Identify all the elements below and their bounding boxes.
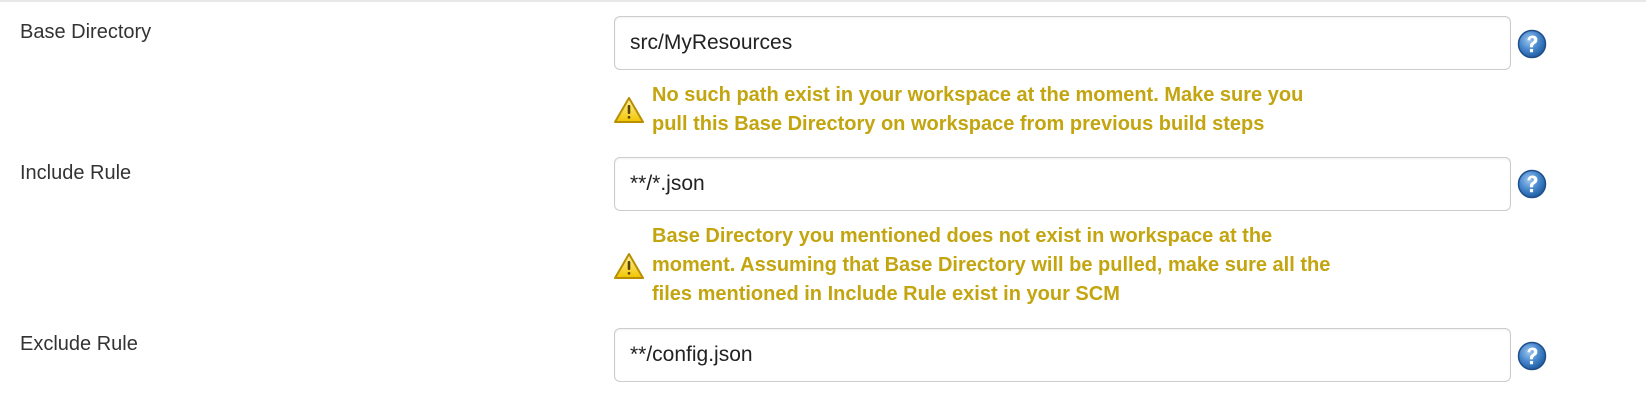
warning-icon: [614, 97, 644, 123]
section-top-divider: [0, 0, 1646, 2]
include-rule-warning-text: Base Directory you mentioned does not ex…: [652, 222, 1330, 309]
include-rule-input[interactable]: [614, 157, 1511, 211]
exclude-rule-input[interactable]: [614, 328, 1511, 382]
include-rule-label: Include Rule: [20, 162, 132, 184]
warning-line: pull this Base Directory on workspace fr…: [652, 113, 1265, 135]
warning-line: moment. Assuming that Base Directory wil…: [652, 254, 1331, 276]
base-directory-warning: No such path exist in your workspace at …: [612, 81, 1303, 139]
warning-icon: [614, 252, 644, 279]
base-directory-warning-text: No such path exist in your workspace at …: [652, 81, 1303, 139]
include-rule-warning: Base Directory you mentioned does not ex…: [612, 222, 1330, 309]
base-directory-label: Base Directory: [20, 21, 152, 43]
warning-line: files mentioned in Include Rule exist in…: [652, 283, 1120, 305]
help-icon[interactable]: [1517, 29, 1547, 59]
exclude-rule-label: Exclude Rule: [20, 333, 138, 355]
help-icon[interactable]: [1517, 341, 1547, 371]
base-directory-input[interactable]: [614, 16, 1511, 70]
warning-line: Base Directory you mentioned does not ex…: [652, 225, 1273, 247]
warning-line: No such path exist in your workspace at …: [652, 84, 1304, 106]
help-icon[interactable]: [1517, 169, 1547, 199]
